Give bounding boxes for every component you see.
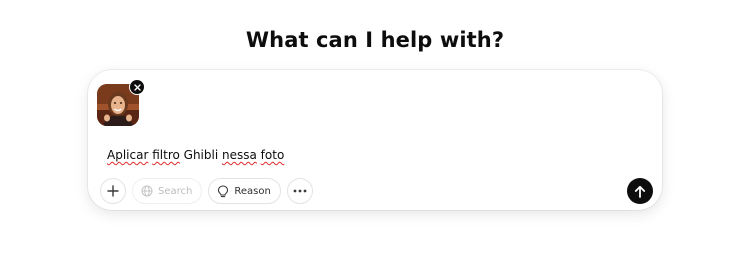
remove-attachment-button[interactable] [129,79,145,95]
misspelled-word: filtro [152,148,180,162]
reason-button[interactable]: Reason [208,178,281,204]
composer: Aplicar filtro Ghibli nessa foto Search [88,70,662,210]
prompt-text-segment: Ghibli [179,148,222,162]
send-button[interactable] [627,178,653,204]
remove-icon [133,83,141,91]
more-options-button[interactable] [286,178,313,204]
lightbulb-icon [218,184,229,197]
search-button[interactable]: Search [132,178,203,204]
composer-toolbar: Search Reason [100,177,313,205]
page: What can I help with? Aplicar filtro Ghi… [0,0,750,260]
ellipsis-icon [293,189,307,193]
globe-icon [141,185,153,197]
add-attachment-button[interactable] [100,178,126,204]
misspelled-word: Aplicar [107,148,149,162]
misspelled-word: nessa [221,148,257,162]
search-button-label: Search [158,185,193,197]
page-heading: What can I help with? [245,28,505,52]
arrow-up-icon [634,185,646,198]
prompt-input[interactable]: Aplicar filtro Ghibli nessa foto [107,148,284,162]
reason-button-label: Reason [234,185,271,197]
misspelled-word: foto [260,148,285,162]
plus-icon [107,185,119,197]
